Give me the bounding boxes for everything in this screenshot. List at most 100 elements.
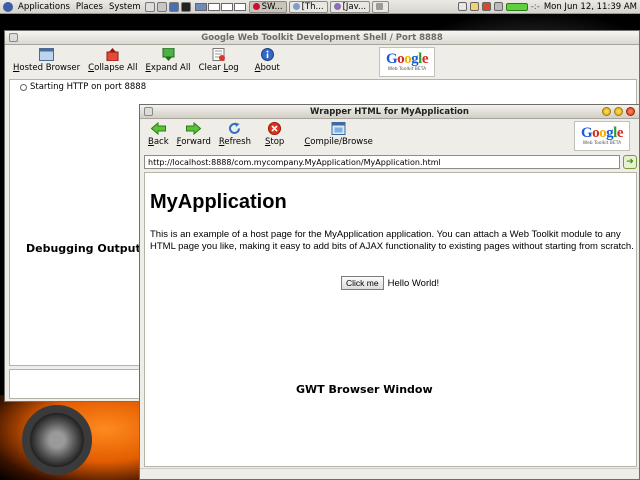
system-tray: -:- Mon Jun 12, 11:39 AM — [455, 2, 640, 12]
window-controls — [599, 107, 635, 116]
workspace-2[interactable] — [207, 2, 220, 11]
maximize-icon[interactable] — [614, 107, 623, 116]
label-pre: Clear — [198, 63, 224, 73]
chat-icon[interactable] — [469, 2, 479, 11]
google-logo-sub: Web Toolkit BETA — [582, 141, 622, 146]
hosted-browser-window: Wrapper HTML for MyApplication Back Forw… — [139, 104, 640, 480]
stop-icon — [268, 122, 282, 135]
google-logo-sub: Web Toolkit BETA — [387, 67, 427, 72]
hello-world-label: Hello World! — [387, 277, 440, 289]
forward-label: Forward — [177, 137, 211, 147]
red-record-icon — [252, 3, 260, 10]
browser-titlebar[interactable]: Wrapper HTML for MyApplication — [140, 105, 639, 119]
refresh-label: Refresh — [219, 137, 251, 147]
taskbar-item-label: [Jav... — [342, 1, 367, 12]
expand-all-label: Expand All — [146, 63, 191, 73]
dev-shell-titlebar[interactable]: Google Web Toolkit Development Shell / P… — [5, 31, 639, 45]
go-arrow-icon: ➜ — [626, 157, 634, 167]
terminal-icon[interactable] — [180, 1, 191, 12]
label-rest: og — [228, 63, 239, 73]
update-icon[interactable] — [481, 2, 491, 11]
clock[interactable]: Mon Jun 12, 11:39 AM — [544, 2, 637, 12]
browser-window-icon — [39, 48, 55, 61]
go-button[interactable]: ➜ — [623, 155, 637, 169]
log-entry[interactable]: Starting HTTP on port 8888 — [20, 82, 146, 92]
address-bar: ➜ — [144, 155, 637, 169]
clear-log-icon — [212, 48, 226, 61]
back-label: Back — [148, 137, 169, 147]
taskbar-item-sw[interactable]: SW... — [248, 0, 287, 13]
back-arrow-icon — [150, 122, 166, 135]
google-logo-word: Google — [385, 51, 429, 67]
page-content: MyApplication This is an example of a ho… — [144, 172, 637, 467]
label-rest: orward — [181, 137, 211, 147]
google-web-toolkit-logo: Google Web Toolkit BETA — [574, 121, 630, 151]
volume-icon[interactable] — [493, 2, 503, 11]
minimize-icon[interactable] — [602, 107, 611, 116]
log-entry-text: Starting HTTP on port 8888 — [30, 82, 147, 92]
url-input[interactable] — [144, 155, 620, 169]
forward-button[interactable]: Forward — [173, 122, 215, 147]
label-rest: ompile/Browse — [310, 137, 373, 147]
window-menu-icon[interactable] — [144, 107, 153, 116]
refresh-icon — [229, 122, 241, 134]
google-logo-word: Google — [580, 125, 624, 141]
top-panel: Applications Places System SW... [Th... … — [0, 0, 640, 14]
about-label: About — [255, 63, 280, 73]
display-icon[interactable] — [168, 1, 179, 12]
about-button[interactable]: About — [251, 48, 284, 73]
network-icon[interactable] — [457, 2, 467, 11]
compile-browse-button[interactable]: Compile/Browse — [300, 122, 377, 147]
stop-label: Stop — [265, 137, 284, 147]
expand-icon — [162, 48, 175, 61]
mail-icon[interactable] — [156, 1, 167, 12]
system-menu[interactable]: System — [106, 2, 144, 12]
log-level-icon — [20, 83, 27, 91]
workspace-3[interactable] — [220, 2, 233, 11]
workspace-1[interactable] — [194, 2, 207, 11]
label-rest: xpand All — [150, 63, 191, 73]
info-icon — [260, 48, 274, 61]
collapse-all-label: Collapse All — [88, 63, 137, 73]
stop-button[interactable]: Stop — [261, 122, 288, 147]
label-rest: bout — [260, 63, 280, 73]
demo-row: Click me Hello World! — [341, 276, 439, 290]
compile-browse-label: Compile/Browse — [304, 137, 373, 147]
taskbar-item-browser[interactable]: [Th... — [288, 0, 328, 13]
clear-log-label: Clear Log — [199, 63, 239, 73]
taskbar-item-java[interactable]: [Jav... — [329, 0, 371, 13]
workspace-4[interactable] — [233, 2, 246, 11]
browser-icon — [292, 3, 300, 10]
gnome-foot-icon[interactable] — [3, 1, 13, 12]
close-icon[interactable] — [626, 107, 635, 116]
hosted-browser-button[interactable]: Hosted Browser — [9, 48, 84, 73]
java-icon — [333, 3, 341, 10]
debugging-output-label: Debugging Output — [26, 242, 141, 255]
window-menu-icon[interactable] — [9, 33, 18, 42]
window-icon — [376, 3, 384, 10]
compile-browse-icon — [331, 122, 346, 135]
gwt-browser-window-label: GWT Browser Window — [296, 383, 433, 396]
applications-menu[interactable]: Applications — [15, 2, 73, 12]
click-me-button[interactable]: Click me — [341, 276, 384, 290]
places-menu[interactable]: Places — [73, 2, 106, 12]
browser-title: Wrapper HTML for MyApplication — [310, 106, 469, 117]
back-button[interactable]: Back — [144, 122, 173, 147]
battery-icon[interactable] — [505, 2, 528, 11]
lock-icon[interactable] — [144, 1, 155, 12]
taskbar-item-label: [Th... — [301, 1, 324, 12]
collapse-icon — [106, 48, 119, 61]
collapse-all-button[interactable]: Collapse All — [84, 48, 141, 73]
refresh-button[interactable]: Refresh — [215, 122, 255, 147]
label-rest: top — [270, 137, 285, 147]
hosted-browser-label: Hosted Browser — [13, 63, 80, 73]
taskbar-item-window[interactable] — [372, 0, 390, 13]
label-rest: ack — [153, 137, 169, 147]
clear-log-button[interactable]: Clear Log — [195, 48, 243, 73]
expand-all-button[interactable]: Expand All — [142, 48, 195, 73]
workspace-switcher[interactable] — [194, 2, 247, 11]
dev-shell-title: Google Web Toolkit Development Shell / P… — [201, 32, 443, 43]
label-rest: efresh — [224, 137, 251, 147]
tray-status-text: -:- — [530, 1, 540, 12]
desktop-car-wheel — [22, 405, 92, 475]
